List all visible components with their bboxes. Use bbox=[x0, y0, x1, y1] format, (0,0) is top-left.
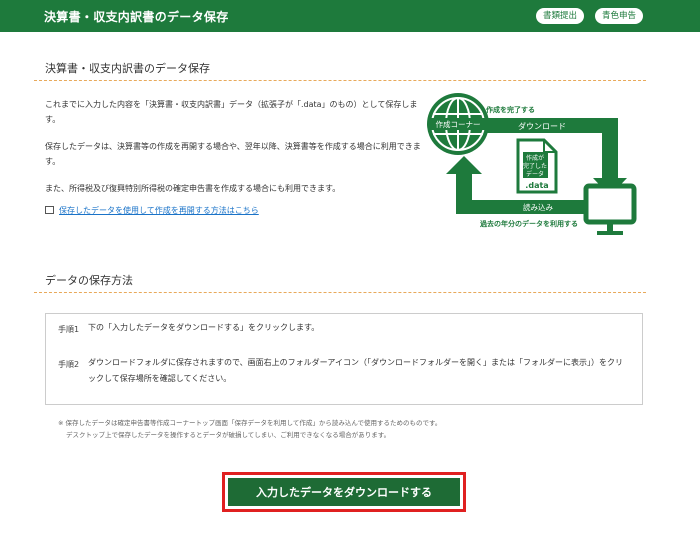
step-1-text: 下の「入力したデータをダウンロードする」をクリックします。 bbox=[88, 323, 320, 332]
data-flow-diagram: ダウンロード 作成を完了する 読み込み 過去の年分のデータを利用する 作成コーナ… bbox=[427, 93, 637, 235]
read-label: 読み込み bbox=[523, 202, 553, 212]
step-2-text: ダウンロードフォルダに保存されますので、画面右上のフォルダーアイコン（「ダウンロ… bbox=[88, 358, 623, 383]
resume-method-link[interactable]: 保存したデータを使用して作成を再開する方法はこちら bbox=[45, 205, 259, 216]
submit-documents-button[interactable]: 書類提出 bbox=[536, 8, 585, 24]
note-line-1: ※ 保存したデータは確定申告書等作成コーナートップ画面「保存データを利用して作成… bbox=[58, 419, 442, 427]
step-2-number: 手順2 bbox=[58, 360, 80, 369]
intro-paragraph-1: これまでに入力した内容を「決算書・収支内訳書」データ（拡張子が「.data」のも… bbox=[45, 100, 418, 124]
blue-return-button[interactable]: 青色申告 bbox=[595, 8, 644, 24]
resume-method-link-text: 保存したデータを使用して作成を再開する方法はこちら bbox=[59, 206, 259, 215]
header-title: 決算書・収支内訳書のデータ保存 bbox=[44, 10, 229, 24]
section-divider bbox=[34, 80, 646, 81]
complete-caption: 作成を完了する bbox=[486, 105, 535, 114]
app-header: 決算書・収支内訳書のデータ保存 書類提出 青色申告 bbox=[0, 0, 700, 32]
intro-paragraph-2: 保存したデータは、決算書等の作成を再開する場合や、翌年以降、決算書等を作成する場… bbox=[45, 142, 421, 166]
globe-label: 作成コーナー bbox=[436, 119, 481, 129]
file-label-line-2: 完了した bbox=[523, 162, 547, 170]
file-label-line-1: 作成が bbox=[526, 154, 544, 162]
read-arrow-head bbox=[446, 156, 482, 174]
file-extension: .data bbox=[525, 181, 548, 190]
past-year-caption: 過去の年分のデータを利用する bbox=[479, 219, 578, 228]
download-data-button[interactable]: 入力したデータをダウンロードする bbox=[228, 478, 460, 506]
window-icon bbox=[45, 206, 54, 214]
read-arrow bbox=[456, 200, 588, 214]
download-button-highlight: 入力したデータをダウンロードする bbox=[222, 472, 466, 512]
computer-monitor-icon bbox=[583, 183, 637, 235]
file-label-line-3: データ bbox=[526, 170, 544, 178]
download-label: ダウンロード bbox=[518, 121, 566, 131]
section-title-data-save: 決算書・収支内訳書のデータ保存 bbox=[45, 62, 210, 75]
step-1-number: 手順1 bbox=[58, 325, 80, 334]
steps-box: 手順1 下の「入力したデータをダウンロードする」をクリックします。 手順2 ダウ… bbox=[45, 313, 643, 405]
section-divider-2 bbox=[34, 292, 646, 293]
section-title-save-method: データの保存方法 bbox=[45, 274, 133, 287]
note-line-2: デスクトップ上で保存したデータを操作するとデータが破損してしまい、ご利用できなく… bbox=[66, 431, 391, 439]
intro-paragraph-3: また、所得税及び復興特別所得税の確定申告書を作成する場合にも利用できます。 bbox=[45, 184, 341, 193]
